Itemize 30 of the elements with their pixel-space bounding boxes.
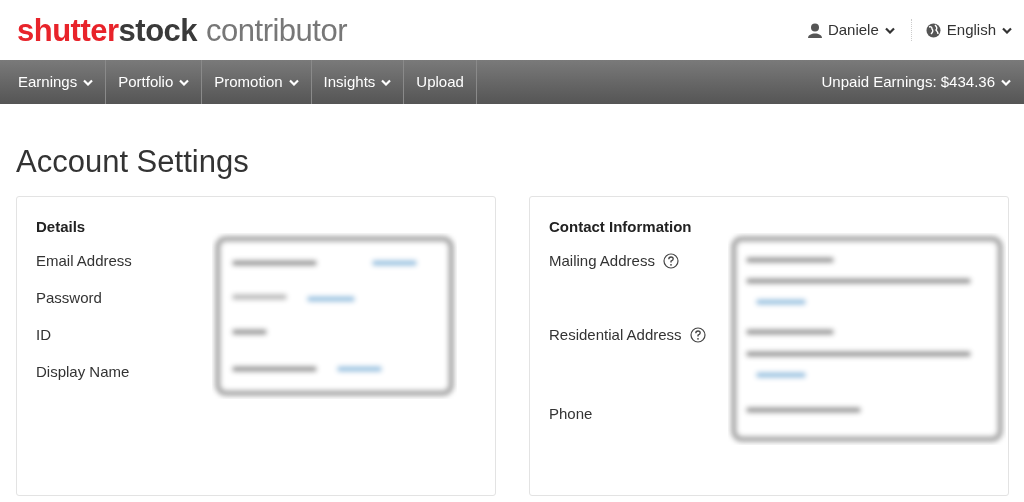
card-title: Details — [36, 217, 87, 237]
language-menu[interactable]: English — [911, 18, 1012, 42]
field-label: ID — [36, 325, 51, 345]
help-icon[interactable] — [689, 327, 706, 344]
chevron-down-icon — [179, 78, 190, 86]
chevron-down-icon — [1002, 26, 1012, 34]
card-title: Contact Information — [549, 217, 693, 237]
chevron-down-icon — [288, 78, 299, 86]
field-label: Password — [36, 288, 102, 308]
unpaid-earnings-menu[interactable]: Unpaid Earnings: $434.36 — [821, 60, 1024, 104]
nav-menu-item[interactable]: Promotion — [202, 60, 312, 104]
person-icon — [807, 22, 822, 38]
chevron-down-icon — [884, 26, 895, 34]
field-label: Display Name — [36, 362, 130, 382]
nav-menu-item[interactable]: Insights — [311, 60, 405, 104]
field-label: Email Address — [36, 251, 132, 271]
field-label: Phone — [549, 404, 593, 424]
field-label: Residential Address — [549, 325, 682, 345]
logo[interactable]: shutterstock contributor — [17, 14, 348, 46]
chevron-down-icon — [1001, 78, 1011, 86]
field-label: Mailing Address — [549, 251, 655, 271]
nav-menu-item[interactable]: Earnings — [0, 60, 107, 104]
chevron-down-icon — [83, 78, 94, 86]
user-menu[interactable]: Daniele — [807, 19, 912, 41]
chevron-down-icon — [381, 78, 392, 86]
globe-icon — [925, 22, 941, 38]
help-icon[interactable] — [662, 253, 679, 270]
nav-menu-item[interactable]: Portfolio — [106, 60, 203, 104]
nav-menu-item[interactable]: Upload — [404, 60, 477, 104]
page-title: Account Settings — [16, 146, 250, 181]
